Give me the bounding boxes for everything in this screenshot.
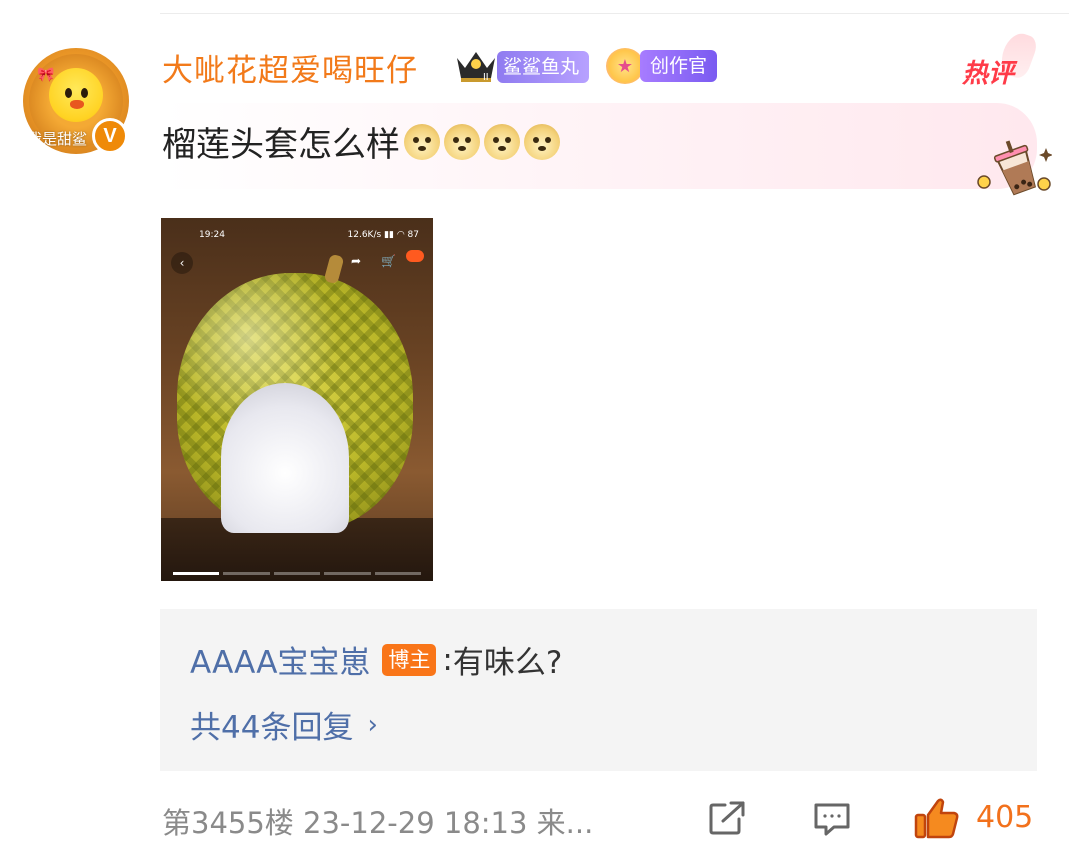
photo-status-time: 19:24 <box>199 230 225 240</box>
progress-segment <box>173 572 220 575</box>
comment-text-row: 榴莲头套怎么样 <box>162 117 560 166</box>
reply-username[interactable]: AAAA宝宝崽 <box>190 637 370 682</box>
hot-comment-tag: 热评 <box>962 59 1015 89</box>
message-dot-icon <box>406 250 424 262</box>
comment-meta: 第3455楼 23-12-29 18:13 来... <box>162 806 594 840</box>
svg-text:II: II <box>483 72 489 83</box>
bubble-tea-icon <box>977 140 1052 196</box>
creator-badge-label: 创作官 <box>640 50 718 82</box>
signal-icon: ▮▮ ◠ <box>384 230 408 240</box>
photo-statusbar: 19:24 12.6K/s ▮▮ ◠ 87 <box>161 218 433 252</box>
progress-segment <box>223 572 270 575</box>
reply-text: 有味么? <box>452 645 563 681</box>
fan-badge[interactable]: 鲨鲨鱼丸 <box>497 51 590 83</box>
view-replies-link[interactable]: 共44条回复 › <box>190 702 378 747</box>
durian-opening <box>221 383 349 533</box>
share-icon[interactable] <box>707 801 747 837</box>
progress-segment <box>374 572 422 575</box>
verified-badge-icon: V <box>92 118 128 154</box>
like-thumbs-up-icon[interactable] <box>914 797 960 839</box>
back-chevron-icon: ‹ <box>171 252 193 274</box>
creator-badge[interactable]: ★ 创作官 <box>606 48 718 84</box>
progress-segment <box>324 572 371 575</box>
cart-icon: 🛒 <box>381 254 396 268</box>
crown-level-icon[interactable]: II <box>453 46 499 84</box>
comment-photo[interactable]: 19:24 12.6K/s ▮▮ ◠ 87 ‹ ➦ 🛒 <box>161 218 433 581</box>
photo-status-battery: 87 <box>407 230 419 240</box>
avatar-face <box>49 68 103 122</box>
photo-progress <box>173 572 422 575</box>
blogger-tag: 博主 <box>382 643 437 676</box>
like-count: 405 <box>976 800 1034 835</box>
chevron-right-icon: › <box>367 709 378 740</box>
doge-emoji-icon <box>404 123 440 160</box>
photo-status-right: 12.6K/s ▮▮ ◠ 87 <box>348 230 419 240</box>
avatar-caption: 我是甜鲨 <box>27 130 88 148</box>
durian-hood-image <box>177 253 413 533</box>
reply-preview[interactable]: AAAA宝宝崽 博主 : 有味么? <box>190 637 562 682</box>
photo-status-network: 12.6K/s <box>347 230 382 240</box>
photo-nav: ‹ ➦ 🛒 <box>161 250 433 276</box>
doge-emoji-icon <box>484 123 520 160</box>
share-arrow-icon: ➦ <box>351 254 362 268</box>
avatar-eye <box>65 88 72 98</box>
creator-star-icon: ★ <box>606 48 644 84</box>
doge-emoji-icon <box>524 123 560 160</box>
comment-text: 榴莲头套怎么样 <box>162 125 400 165</box>
bow-icon: 🎀 <box>37 67 55 83</box>
progress-segment <box>273 572 321 575</box>
top-divider <box>160 13 1069 14</box>
avatar-eye <box>81 88 88 98</box>
comment-username[interactable]: 大呲花超爱喝旺仔 <box>162 45 418 90</box>
comment-icon[interactable] <box>812 801 852 837</box>
reply-separator: : <box>442 641 453 678</box>
avatar-beak <box>70 100 84 109</box>
reply-count-label: 共44条回复 <box>190 710 354 746</box>
doge-emoji-icon <box>444 123 480 160</box>
